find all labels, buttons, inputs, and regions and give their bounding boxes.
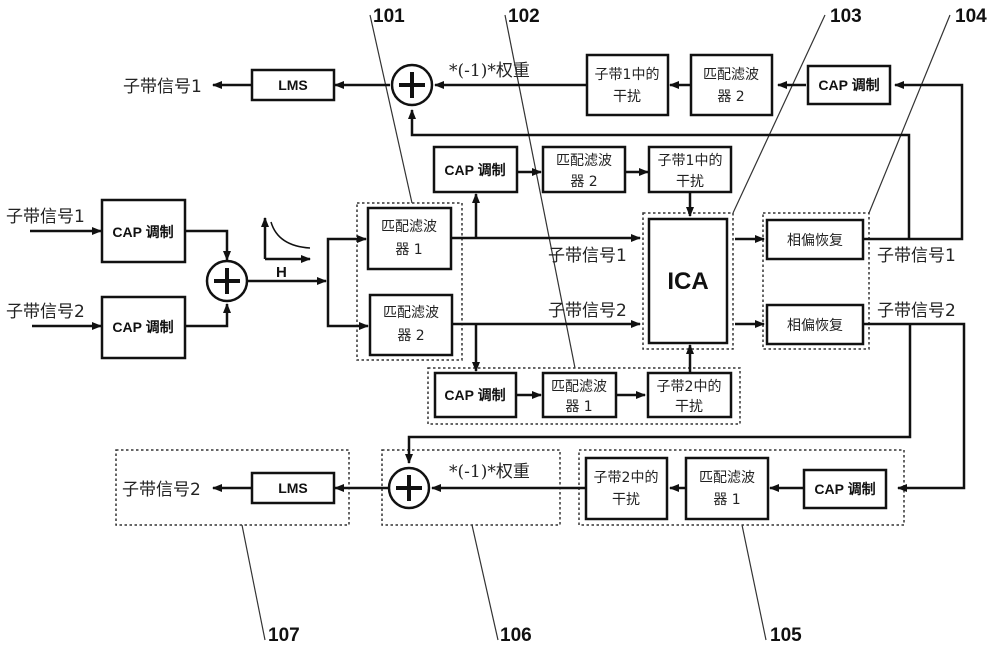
ica-label: ICA xyxy=(667,268,708,295)
tint-line2: 干扰 xyxy=(613,89,641,105)
upper-interference-1: 子带1中的 干扰 xyxy=(647,145,733,194)
top-summer xyxy=(390,63,434,107)
bmf-line1: 匹配滤波 xyxy=(699,470,755,486)
top-cap: CAP 调制 xyxy=(806,64,892,106)
bottom-cap-label: CAP 调制 xyxy=(814,481,875,497)
ref-106: 106 xyxy=(500,625,532,646)
bottom-lms-label: LMS xyxy=(278,480,308,496)
lmf-line2: 器 1 xyxy=(565,399,592,415)
output-2-label: 子带信号2 xyxy=(877,301,956,321)
top-lms: LMS xyxy=(250,68,336,102)
bottom-lms: LMS xyxy=(250,471,336,505)
lower-matched-filter-1: 匹配滤波 器 1 xyxy=(541,371,618,419)
phase1-label: 相偏恢复 xyxy=(787,232,843,249)
mf1-line1: 匹配滤波 xyxy=(381,219,437,235)
bottom-weight-label: *(-1)*权重 xyxy=(449,462,530,482)
phase2-label: 相偏恢复 xyxy=(787,317,843,334)
bottom-interference-2: 子带2中的 干扰 xyxy=(584,456,669,521)
wire-out2-to-botcap xyxy=(863,322,966,492)
bottom-matched-filter-1: 匹配滤波 器 1 xyxy=(684,456,770,521)
input-1-label: 子带信号1 xyxy=(6,207,85,227)
input-cap-2: CAP 调制 xyxy=(100,295,187,360)
phase-recovery-1: 相偏恢复 xyxy=(765,218,865,261)
ref-101: 101 xyxy=(373,6,405,27)
bint-line1: 子带2中的 xyxy=(594,470,659,486)
top-weight-label: *(-1)*权重 xyxy=(449,61,530,81)
leader-101 xyxy=(369,14,413,204)
wire-cap1-sum xyxy=(185,229,231,261)
lower-cap-label: CAP 调制 xyxy=(444,387,505,403)
input-summer xyxy=(205,259,249,303)
matched-filter-1: 匹配滤波 器 1 xyxy=(366,206,453,271)
uint-line1: 子带1中的 xyxy=(658,153,723,169)
lint-line2: 干扰 xyxy=(675,399,703,415)
block-diagram: 101 102 103 104 105 106 107 H CAP 调制 CAP… xyxy=(6,6,987,646)
mf2-line2: 器 2 xyxy=(397,328,424,344)
ref-103: 103 xyxy=(830,6,862,27)
mf1-line2: 器 1 xyxy=(395,242,422,258)
channel-response-icon xyxy=(261,217,311,263)
final-output-2-label: 子带信号2 xyxy=(122,480,201,500)
input-cap-1: CAP 调制 xyxy=(100,198,187,264)
top-interference-1: 子带1中的 干扰 xyxy=(585,53,670,117)
upper-cap-label: CAP 调制 xyxy=(444,162,505,178)
output-1-label: 子带信号1 xyxy=(877,246,956,266)
ref-102: 102 xyxy=(508,6,540,27)
leader-105 xyxy=(741,524,767,641)
lint-line1: 子带2中的 xyxy=(657,379,722,395)
ica-input-2-label: 子带信号2 xyxy=(548,301,627,321)
ref-104: 104 xyxy=(955,6,987,27)
ica-input-1-label: 子带信号1 xyxy=(548,246,627,266)
ref-105: 105 xyxy=(770,625,802,646)
wire-to-mf2 xyxy=(326,281,369,330)
uint-line2: 干扰 xyxy=(676,174,704,190)
bmf-line2: 器 1 xyxy=(713,492,740,508)
top-cap-label: CAP 调制 xyxy=(818,77,879,93)
lower-cap: CAP 调制 xyxy=(433,371,518,419)
top-lms-label: LMS xyxy=(278,77,308,93)
bottom-summer xyxy=(387,466,431,510)
upper-matched-filter-2: 匹配滤波 器 2 xyxy=(541,145,627,194)
upper-cap: CAP 调制 xyxy=(432,145,519,194)
ref-107: 107 xyxy=(268,625,300,646)
ica-block: ICA xyxy=(647,217,729,345)
channel-label: H xyxy=(276,264,287,281)
phase-recovery-2: 相偏恢复 xyxy=(765,303,865,346)
wire-cap2-sum xyxy=(185,303,231,328)
wire-to-mf1 xyxy=(326,235,367,281)
lower-interference-2: 子带2中的 干扰 xyxy=(646,371,733,419)
final-output-1-label: 子带信号1 xyxy=(123,77,202,97)
leader-106 xyxy=(471,524,499,641)
leader-107 xyxy=(241,524,266,641)
input-cap-1-label: CAP 调制 xyxy=(112,224,173,240)
umf-line1: 匹配滤波 xyxy=(556,153,612,169)
tmf-line2: 器 2 xyxy=(717,89,744,105)
bint-line2: 干扰 xyxy=(612,492,640,508)
tint-line1: 子带1中的 xyxy=(595,67,660,83)
input-2-label: 子带信号2 xyxy=(6,302,85,322)
tmf-line1: 匹配滤波 xyxy=(703,67,759,83)
bottom-cap: CAP 调制 xyxy=(802,468,888,510)
lmf-line1: 匹配滤波 xyxy=(551,379,607,395)
matched-filter-2: 匹配滤波 器 2 xyxy=(368,293,454,357)
umf-line2: 器 2 xyxy=(570,174,597,190)
input-cap-2-label: CAP 调制 xyxy=(112,319,173,335)
top-matched-filter-2: 匹配滤波 器 2 xyxy=(689,53,774,117)
mf2-line1: 匹配滤波 xyxy=(383,305,439,321)
